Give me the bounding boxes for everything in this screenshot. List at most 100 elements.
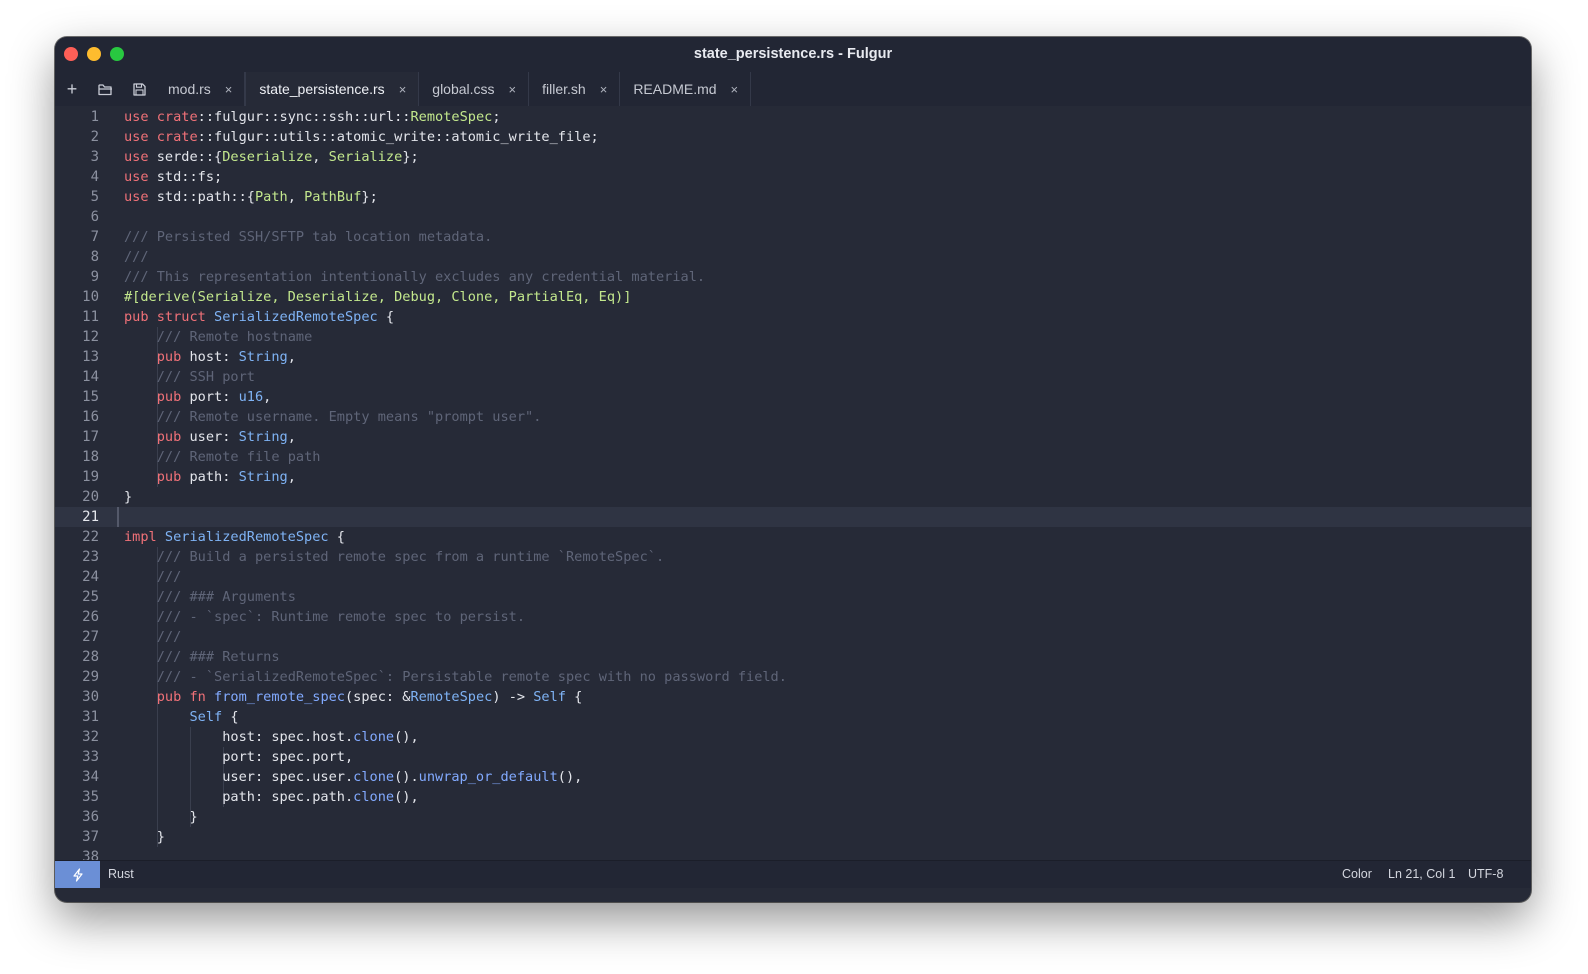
code-line[interactable]: /// [124, 627, 182, 647]
tab-label: mod.rs [168, 81, 211, 97]
text-cursor [117, 507, 119, 527]
code-token: (), [557, 769, 583, 785]
tab-state-persistence-rs[interactable]: state_persistence.rs × [245, 72, 420, 106]
code-token: /// Remote hostname [156, 329, 313, 345]
current-line-highlight [55, 507, 1531, 527]
save-file-button[interactable] [124, 72, 154, 106]
code-line[interactable]: /// ### Arguments [124, 587, 296, 607]
tab-label: global.css [432, 81, 495, 97]
code-line[interactable]: use std::path::{Path, PathBuf}; [124, 187, 378, 207]
code-token: }; [361, 189, 378, 205]
code-line[interactable]: } [124, 827, 165, 847]
code-line[interactable]: path: spec.path.clone(), [124, 787, 418, 807]
code-line[interactable]: pub path: String, [124, 467, 296, 487]
close-tab-icon[interactable]: × [225, 82, 233, 97]
code-token: from_remote_spec [214, 689, 345, 705]
line-number: 28 [82, 649, 99, 665]
code-line[interactable]: /// Remote hostname [124, 327, 313, 347]
code-token: port: [189, 389, 239, 405]
code-line[interactable]: use serde::{Deserialize, Serialize}; [124, 147, 419, 167]
code-line[interactable]: /// Remote username. Empty means "prompt… [124, 407, 542, 427]
line-number: 19 [82, 469, 99, 485]
line-number: 31 [82, 709, 99, 725]
color-theme-label[interactable]: Color [1342, 861, 1372, 888]
line-number: 10 [82, 289, 99, 305]
code-line[interactable]: use std::fs; [124, 167, 222, 187]
line-number: 2 [90, 129, 99, 145]
code-token: u16 [238, 389, 264, 405]
tab-mod-rs[interactable]: mod.rs × [155, 72, 246, 106]
code-line[interactable]: Self { [124, 707, 238, 727]
code-token: } [124, 489, 133, 505]
code-token: std::path::{ [156, 189, 255, 205]
code-line[interactable]: /// [124, 247, 149, 267]
code-line[interactable]: /// Remote file path [124, 447, 321, 467]
code-token: use [124, 149, 157, 165]
code-token: (spec: & [345, 689, 411, 705]
code-line[interactable]: user: spec.user.clone().unwrap_or_defaul… [124, 767, 582, 787]
code-token: host: [189, 349, 239, 365]
code-line[interactable]: use crate::fulgur::utils::atomic_write::… [124, 127, 599, 147]
code-line[interactable]: #[derive(Serialize, Deserialize, Debug, … [124, 287, 631, 307]
file-encoding[interactable]: UTF-8 [1468, 861, 1503, 888]
window-title: state_persistence.rs - Fulgur [693, 46, 893, 62]
code-line[interactable]: /// Build a persisted remote spec from a… [124, 547, 664, 567]
line-number: 13 [82, 349, 99, 365]
close-tab-icon[interactable]: × [600, 82, 608, 97]
code-line[interactable]: /// Persisted SSH/SFTP tab location meta… [124, 227, 492, 247]
code-line[interactable]: } [124, 807, 197, 827]
code-line[interactable]: use crate::fulgur::sync::ssh::url::Remot… [124, 107, 501, 127]
close-tab-icon[interactable]: × [509, 82, 517, 97]
close-tab-icon[interactable]: × [731, 82, 739, 97]
code-line[interactable]: /// - `spec`: Runtime remote spec to per… [124, 607, 525, 627]
code-line[interactable]: pub port: u16, [124, 387, 272, 407]
code-line[interactable]: /// ### Returns [124, 647, 280, 667]
code-line[interactable]: impl SerializedRemoteSpec { [124, 527, 345, 547]
tab-strip: mod.rs × state_persistence.rs × global.css × f… [155, 72, 752, 106]
code-token: std::fs; [156, 169, 223, 185]
code-token: user: spec.user. [124, 769, 354, 785]
code-token: use [124, 169, 157, 185]
language-mode[interactable]: Rust [108, 861, 134, 888]
code-token: crate [156, 109, 198, 125]
code-token: RemoteSpec [410, 109, 493, 125]
code-token: pub [156, 429, 190, 445]
code-line[interactable]: pub user: String, [124, 427, 296, 447]
code-token: SerializedRemoteSpec [164, 529, 329, 545]
code-token: , [287, 469, 296, 485]
code-token: ::fulgur::sync::ssh::url:: [197, 109, 411, 125]
code-line[interactable]: } [124, 487, 132, 507]
status-action-button[interactable] [55, 861, 100, 888]
code-token: use [124, 129, 157, 145]
code-line[interactable]: pub host: String, [124, 347, 296, 367]
close-tab-icon[interactable]: × [399, 82, 407, 97]
code-line[interactable]: port: spec.port, [124, 747, 353, 767]
code-token: { [566, 689, 583, 705]
code-token: #[derive(Serialize, Deserialize, Debug, … [124, 289, 632, 305]
tab-global-css[interactable]: global.css × [419, 72, 530, 106]
code-token: /// Persisted SSH/SFTP tab location meta… [124, 229, 493, 245]
code-line[interactable]: pub struct SerializedRemoteSpec { [124, 307, 394, 327]
tab-filler-sh[interactable]: filler.sh × [529, 72, 621, 106]
code-line[interactable]: host: spec.host.clone(), [124, 727, 418, 747]
code-token: serde::{ [156, 149, 223, 165]
open-file-button[interactable] [90, 72, 120, 106]
code-line[interactable]: /// [124, 567, 182, 587]
new-file-button[interactable]: + [57, 72, 87, 106]
code-line[interactable]: /// This representation intentionally ex… [124, 267, 705, 287]
code-token: ::fulgur::utils::atomic_write::atomic_wr… [197, 129, 599, 145]
code-editor[interactable]: 1 use crate::fulgur::sync::ssh::url::Remo… [55, 106, 1531, 860]
code-line[interactable]: /// SSH port [124, 367, 255, 387]
code-line[interactable]: /// - `SerializedRemoteSpec`: Persistabl… [124, 667, 787, 687]
code-line[interactable]: pub fn from_remote_spec(spec: &RemoteSpe… [124, 687, 583, 707]
tab-readme-md[interactable]: README.md × [620, 72, 752, 106]
code-token: /// - `spec`: Runtime remote spec to per… [156, 609, 526, 625]
cursor-position[interactable]: Ln 21, Col 1 [1388, 861, 1455, 888]
